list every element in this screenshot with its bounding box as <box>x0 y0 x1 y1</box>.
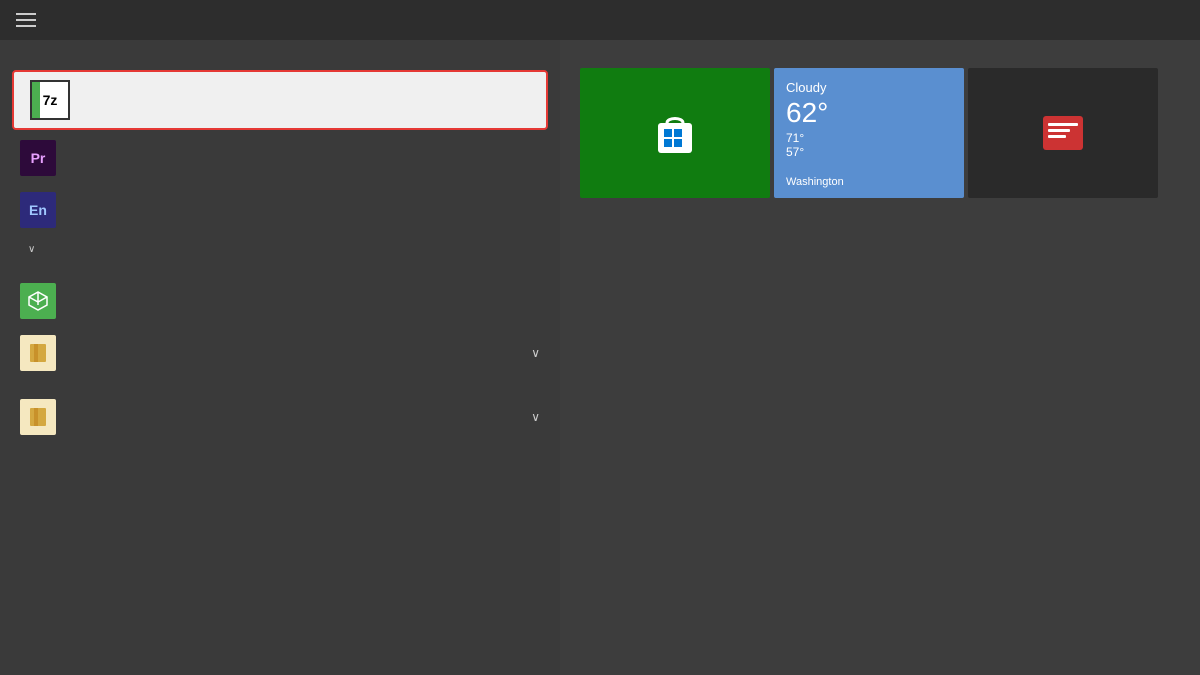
7zip-highlight-icon: 7z <box>30 80 70 120</box>
weather-temp: 62° <box>786 99 952 127</box>
encore-icon: En <box>20 192 56 228</box>
7zip-small-icon <box>20 335 56 371</box>
explore-grid: Cloudy 62° 71°57° Washington <box>580 68 1180 198</box>
explore-tile-weather[interactable]: Cloudy 62° 71°57° Washington <box>774 68 964 198</box>
expand-chevron-icon: ∨ <box>28 244 35 255</box>
app-item-7zip[interactable]: ∨ <box>0 327 560 379</box>
app-item-encore[interactable]: En <box>0 184 560 236</box>
expand-button[interactable]: ∨ <box>0 236 560 263</box>
app-item-7zip-highlighted[interactable]: 7z 👆 <box>12 70 548 130</box>
hash-section-label <box>0 263 560 275</box>
app-item-premiere[interactable]: Pr <box>0 132 560 184</box>
weather-highs: 71°57° <box>786 131 952 159</box>
3dviewer-icon <box>20 283 56 319</box>
explore-tile-store[interactable] <box>580 68 770 198</box>
a-section-label <box>0 379 560 391</box>
adobe-icon <box>20 399 56 435</box>
weather-city: Washington <box>786 176 844 188</box>
left-panel: 7z 👆 Pr En ∨ <box>0 40 560 675</box>
main-content: 7z 👆 Pr En ∨ <box>0 40 1200 675</box>
right-panel: O Office S N Firefox How tohost a virtua… <box>560 40 1200 675</box>
weather-condition: Cloudy <box>786 80 952 95</box>
hamburger-button[interactable] <box>16 13 36 27</box>
adobe-chevron-icon: ∨ <box>531 410 540 424</box>
premiere-icon: Pr <box>20 140 56 176</box>
topbar <box>0 0 1200 40</box>
7zip-chevron-icon: ∨ <box>531 346 540 360</box>
recently-added-label <box>0 56 560 68</box>
app-item-adobe[interactable]: ∨ <box>0 391 560 443</box>
explore-tile-news[interactable] <box>968 68 1158 198</box>
app-item-3dviewer[interactable] <box>0 275 560 327</box>
